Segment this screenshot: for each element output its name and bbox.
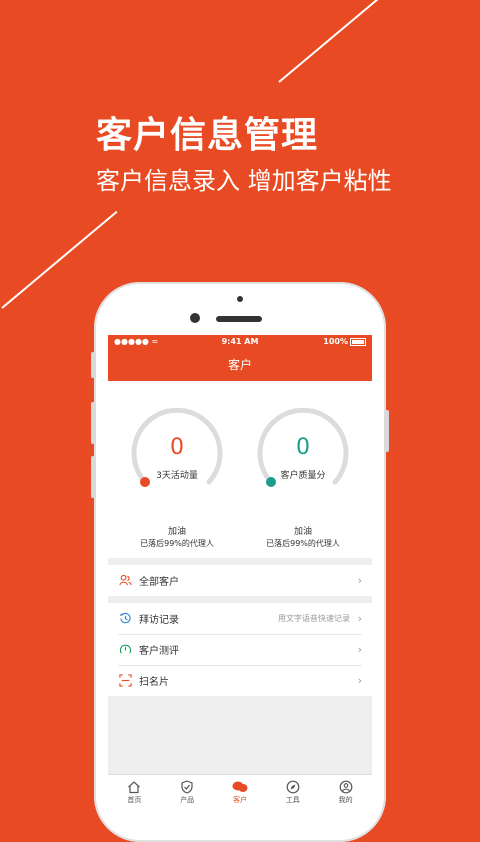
compass-icon <box>266 779 319 795</box>
status-bar: ●●●●● ≈ 9:41 AM 100% <box>108 335 372 349</box>
phone-sensor <box>237 296 243 302</box>
app-screen: ●●●●● ≈ 9:41 AM 100% 客户 0 3天活动量 加油 已落后99… <box>108 335 372 805</box>
customer-chat-icon <box>214 779 267 795</box>
tab-customers[interactable]: 客户 <box>214 775 267 805</box>
menu-item-hint: 用文字语音快速记录 <box>278 614 350 623</box>
gauge-icon <box>118 643 132 657</box>
quality-gauge[interactable]: 0 客户质量分 加油 已落后99%的代理人 <box>253 405 353 548</box>
tab-products[interactable]: 产品 <box>161 775 214 805</box>
phone-speaker <box>216 316 262 322</box>
chevron-right-icon: › <box>357 612 362 625</box>
activity-encourage: 加油 <box>167 527 186 537</box>
menu-item-label: 扫名片 <box>139 677 169 688</box>
menu-section: 拜访记录 用文字语音快速记录 › 客户测评 › 扫名片 › <box>108 603 372 696</box>
tab-me[interactable]: 我的 <box>319 775 372 805</box>
activity-gauge[interactable]: 0 3天活动量 加油 已落后99%的代理人 <box>127 405 227 548</box>
users-icon <box>118 574 132 588</box>
chevron-right-icon: › <box>357 643 362 656</box>
menu-item-customer-assessment[interactable]: 客户测评 › <box>108 634 372 665</box>
tab-label: 首页 <box>127 796 142 804</box>
phone-volume-down <box>91 456 96 498</box>
home-icon <box>108 779 161 795</box>
tab-home[interactable]: 首页 <box>108 775 161 805</box>
tab-label: 工具 <box>285 796 300 804</box>
tab-bar: 首页 产品 客户 工具 我的 <box>108 774 372 805</box>
battery-indicator: 100% <box>323 337 366 346</box>
activity-rank: 已落后99%的代理人 <box>140 539 214 548</box>
menu-item-label: 拜访记录 <box>139 615 179 626</box>
activity-value: 0 <box>170 435 184 460</box>
chevron-right-icon: › <box>357 674 362 687</box>
shield-icon <box>161 779 214 795</box>
profile-icon <box>319 779 372 795</box>
hero-subtitle: 客户信息录入 增加客户粘性 <box>96 167 392 195</box>
quality-encourage: 加油 <box>293 527 312 537</box>
scan-icon <box>118 674 132 688</box>
battery-icon <box>350 337 366 346</box>
menu-item-visit-record[interactable]: 拜访记录 用文字语音快速记录 › <box>108 603 372 634</box>
tab-label: 产品 <box>180 796 195 804</box>
phone-frame: ●●●●● ≈ 9:41 AM 100% 客户 0 3天活动量 加油 已落后99… <box>91 282 389 842</box>
phone-volume-up <box>91 402 96 444</box>
activity-label: 3天活动量 <box>156 471 198 481</box>
nav-title: 客户 <box>108 349 372 381</box>
menu-item-scan-card[interactable]: 扫名片 › <box>108 665 372 696</box>
chevron-right-icon: › <box>357 574 362 587</box>
quality-rank: 已落后99%的代理人 <box>266 539 340 548</box>
all-customers-section: 全部客户 › <box>108 565 372 596</box>
tab-tools[interactable]: 工具 <box>266 775 319 805</box>
tab-label: 我的 <box>338 796 353 804</box>
tab-label: 客户 <box>232 796 247 804</box>
decor-line-left <box>1 210 118 309</box>
decor-line-top <box>278 0 391 83</box>
stats-panel: 0 3天活动量 加油 已落后99%的代理人 0 客户质量分 加油 已落后99%的… <box>108 381 372 558</box>
phone-side-button <box>91 352 96 378</box>
menu-item-label: 客户测评 <box>139 646 179 657</box>
phone-camera <box>190 313 200 323</box>
quality-value: 0 <box>296 435 310 460</box>
all-customers-row[interactable]: 全部客户 › <box>108 565 372 596</box>
all-customers-label: 全部客户 <box>139 577 179 588</box>
hero-title: 客户信息管理 <box>96 115 319 156</box>
history-icon <box>118 612 132 626</box>
quality-label: 客户质量分 <box>280 471 326 481</box>
phone-power-button <box>384 410 389 452</box>
